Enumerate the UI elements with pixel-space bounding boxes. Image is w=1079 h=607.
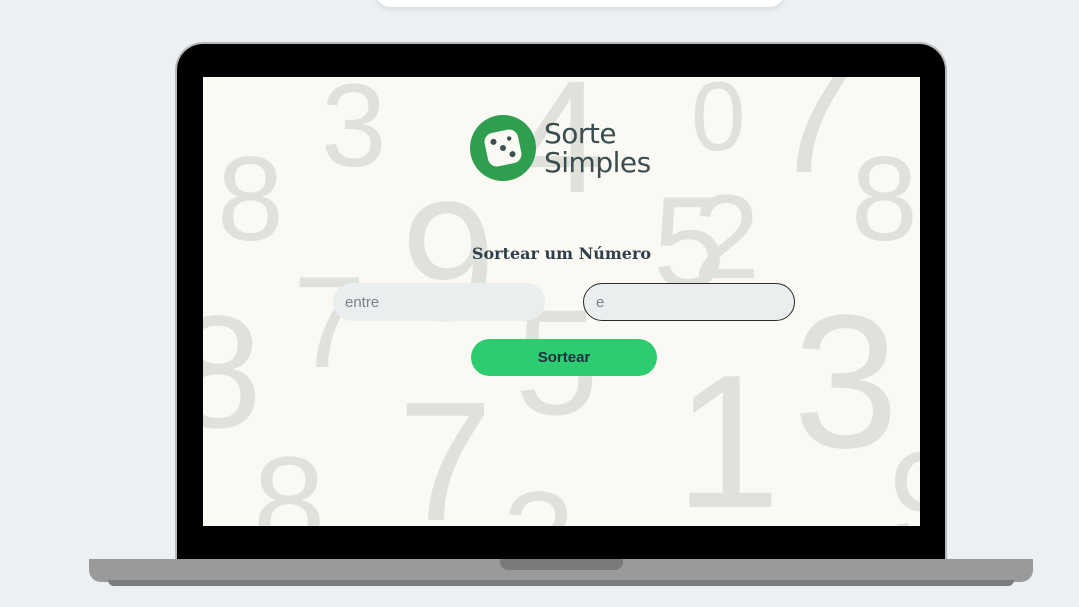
logo-badge	[470, 115, 536, 181]
bg-digit: 8	[253, 429, 326, 526]
bg-digit: 3	[321, 77, 387, 192]
bg-digit: 7	[293, 249, 366, 395]
draw-button[interactable]: Sortear	[471, 339, 657, 376]
logo-line-2: Simples	[544, 146, 651, 179]
bg-digit: 8	[203, 282, 262, 461]
bg-digit: 2	[693, 170, 760, 304]
logo: Sorte Simples	[470, 115, 660, 185]
laptop-base-shadow	[108, 580, 1014, 586]
laptop-notch	[500, 559, 623, 570]
max-number-input[interactable]	[583, 283, 795, 321]
app-screen: 3 4 0 7 8 8 9 5 2 8 7 5 3 7 1 8 9 3 Sort…	[203, 77, 920, 526]
bg-digit: 0	[691, 77, 746, 171]
bg-digit: 3	[503, 472, 575, 526]
bg-digit: 7	[768, 77, 857, 206]
page-title: Sortear um Número	[471, 244, 652, 263]
bg-digit: 1	[675, 336, 781, 526]
logo-wordmark: Sorte Simples	[544, 119, 651, 177]
bg-digit: 8	[217, 132, 284, 266]
bg-digit: 9	[889, 432, 920, 526]
min-number-input[interactable]	[333, 283, 545, 321]
bg-digit: 8	[851, 132, 918, 266]
top-card	[376, 0, 784, 7]
bg-digit: 7	[398, 367, 493, 526]
logo-line-1: Sorte	[544, 117, 617, 150]
bg-digit: 3	[793, 276, 899, 488]
dice-icon	[484, 129, 522, 167]
